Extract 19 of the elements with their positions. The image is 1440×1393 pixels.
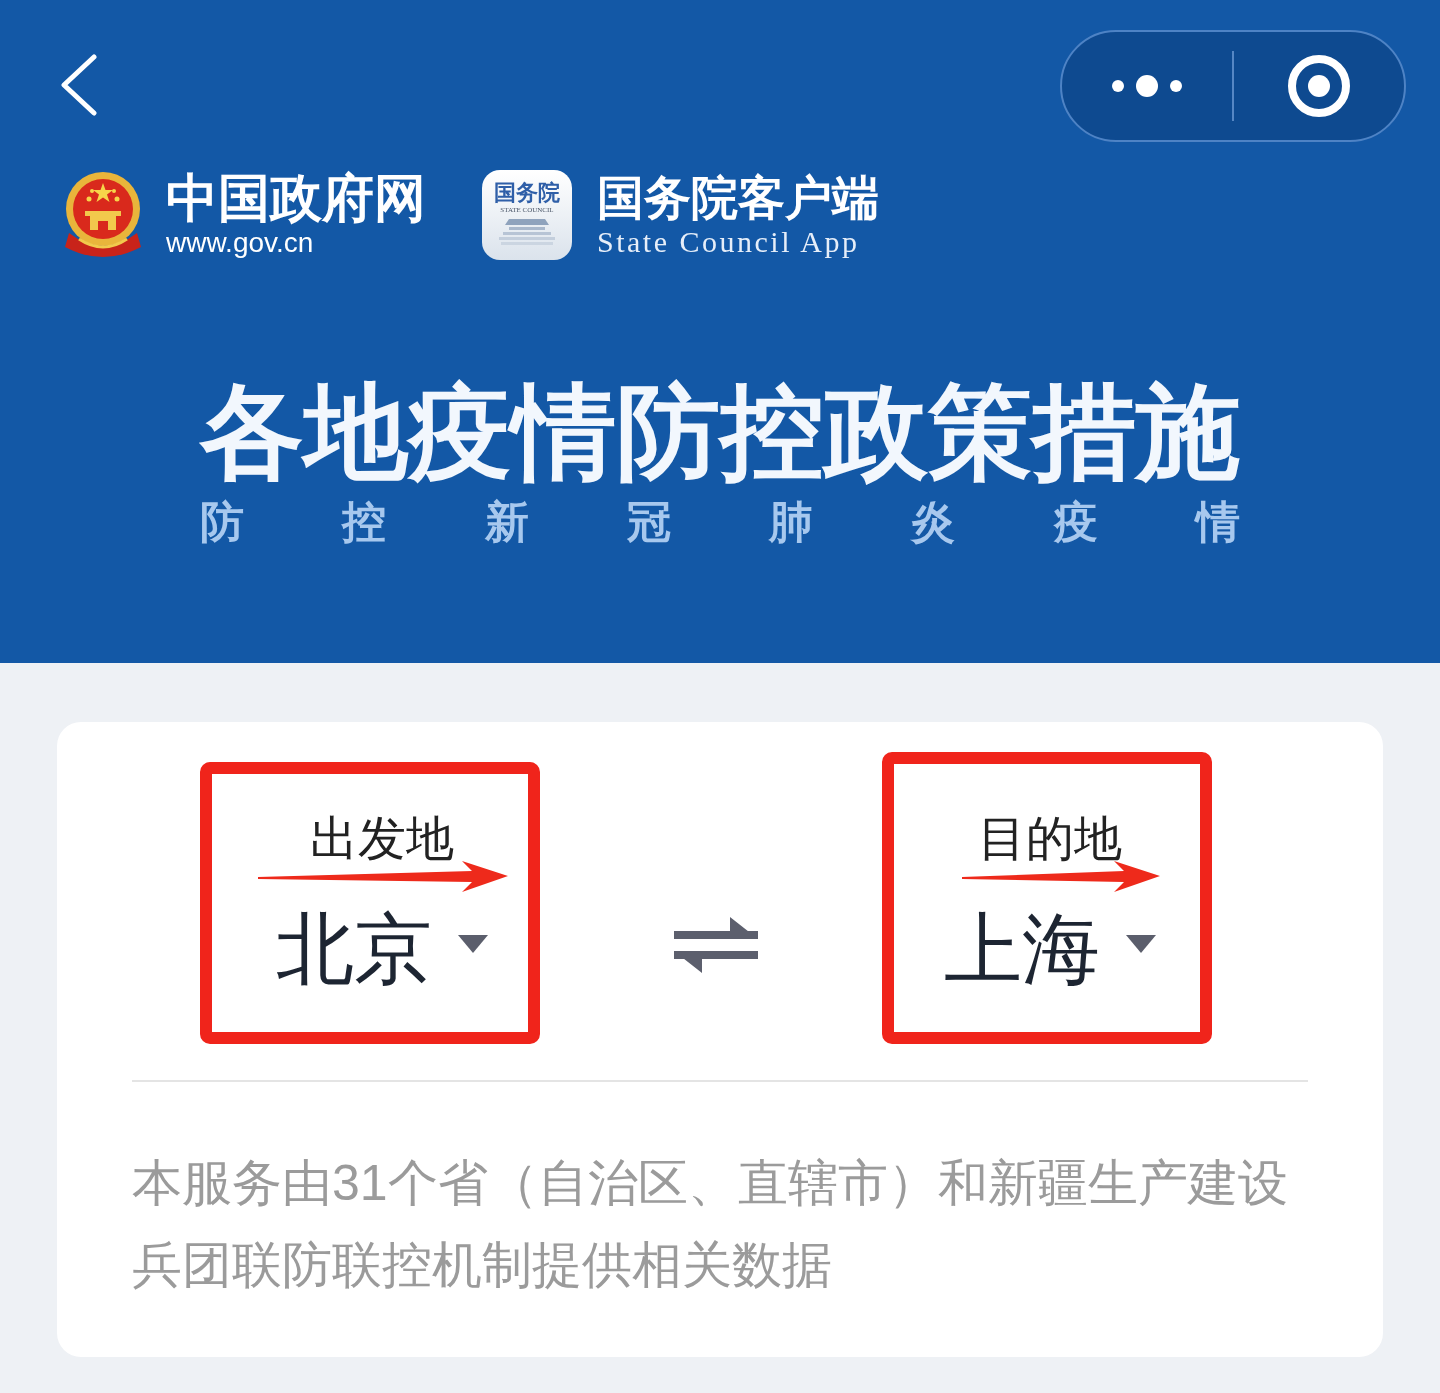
logo-title: 中国政府网: [166, 170, 426, 226]
logo-subtitle: State Council App: [597, 225, 861, 259]
national-emblem-icon: [65, 171, 141, 259]
note-text: 本服务由31个省（自治区、直辖市）和新疆生产建设兵团联防联控机制提供相关数据: [132, 1154, 1289, 1295]
app-icon-text: 国务院: [494, 182, 560, 204]
origin-select[interactable]: 北京: [276, 910, 488, 988]
back-icon[interactable]: [60, 54, 98, 116]
destination-label: 目的地: [978, 815, 1122, 863]
destination-select[interactable]: 上海: [944, 910, 1156, 988]
logo-title: 国务院客户端: [597, 171, 879, 225]
origin-label: 出发地: [310, 815, 454, 863]
logo-subtitle: www.gov.cn: [166, 226, 315, 260]
caret-icon: [1126, 935, 1156, 953]
banner-title: 各地疫情防控政策措施: [200, 380, 1240, 484]
banner-subtitle: 防 控 新 冠 肺 炎 疫 情: [200, 500, 1240, 544]
building-icon: [499, 217, 555, 247]
more-icon[interactable]: [1112, 74, 1182, 98]
target-icon[interactable]: [1287, 54, 1351, 118]
caret-icon: [458, 935, 488, 953]
